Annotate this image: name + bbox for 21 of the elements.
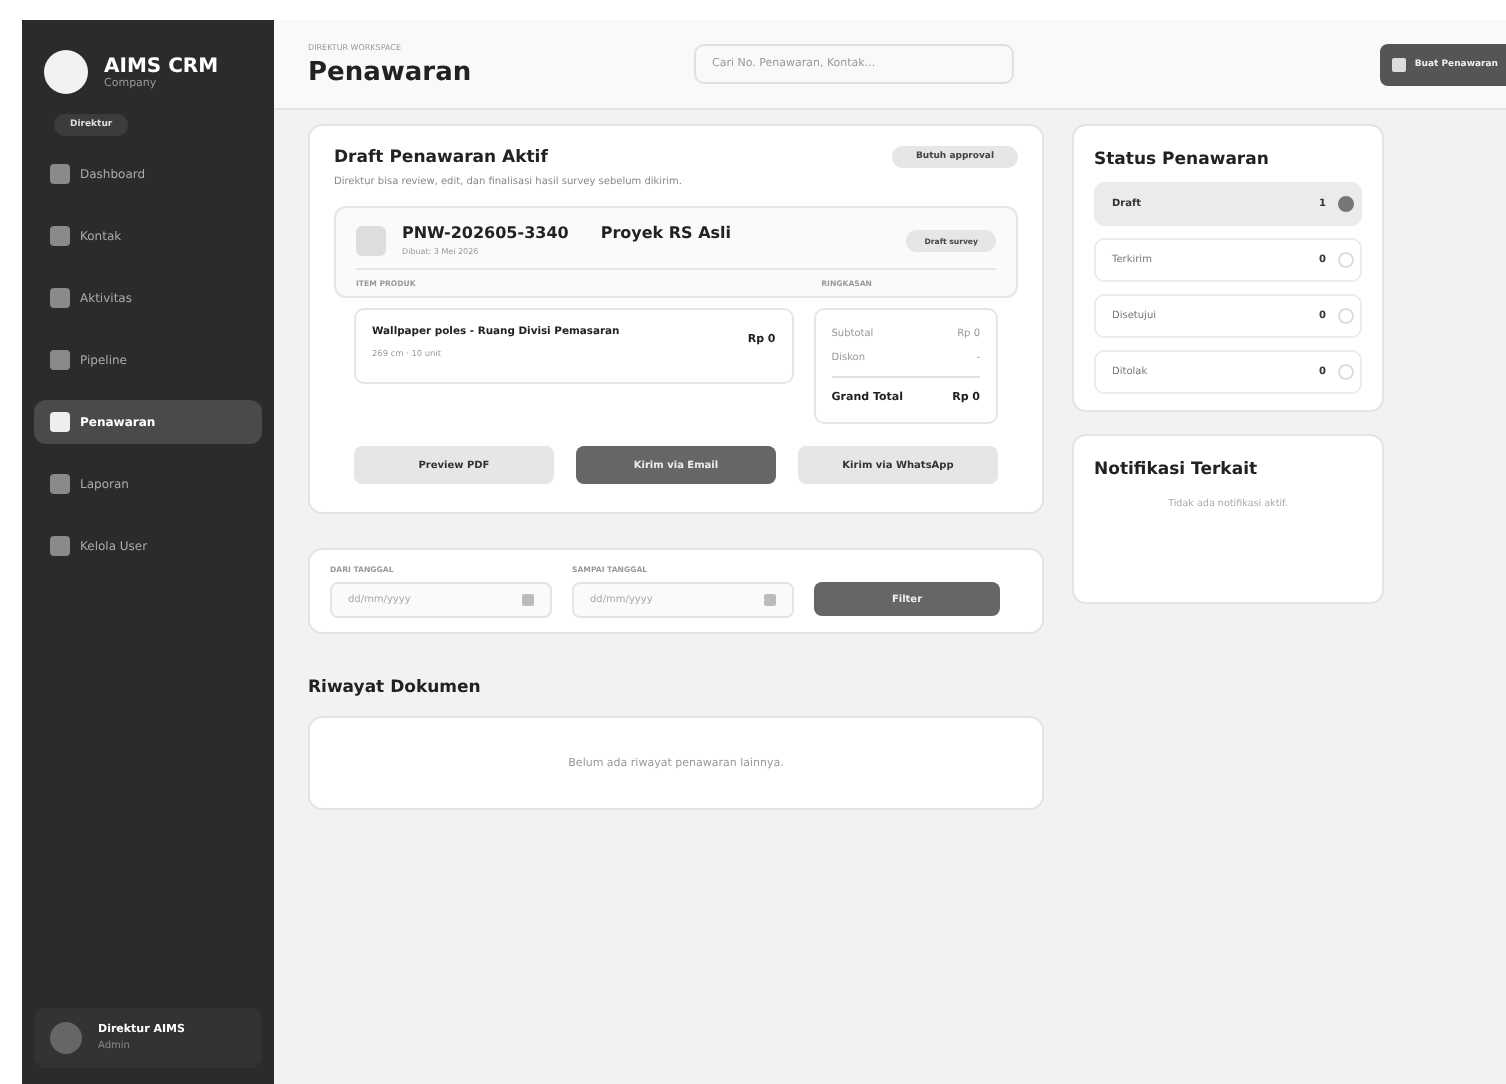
card-title: Notifikasi Terkait — [1094, 460, 1260, 480]
project-name: Proyek RS Asli — [600, 224, 732, 242]
square-icon — [356, 225, 386, 255]
square-icon — [50, 350, 70, 370]
logo-circle-icon — [44, 50, 88, 94]
brand-name: AIMS CRM — [104, 55, 219, 77]
square-icon — [50, 536, 70, 556]
card-title: Status Penawaran — [1094, 150, 1271, 170]
square-icon — [50, 164, 70, 184]
square-icon — [50, 412, 70, 432]
avatar-icon — [50, 1022, 82, 1054]
calendar-icon — [764, 594, 776, 606]
page-title: Penawaran — [308, 57, 474, 87]
card-title: Draft Penawaran Aktif — [334, 147, 548, 167]
calendar-icon — [522, 594, 534, 606]
quote-number: PNW-202605-3340 — [402, 224, 569, 242]
square-icon — [1392, 57, 1407, 71]
section-title: Riwayat Dokumen — [308, 678, 483, 698]
square-icon — [50, 474, 70, 494]
square-icon — [50, 226, 70, 246]
square-icon — [50, 288, 70, 308]
